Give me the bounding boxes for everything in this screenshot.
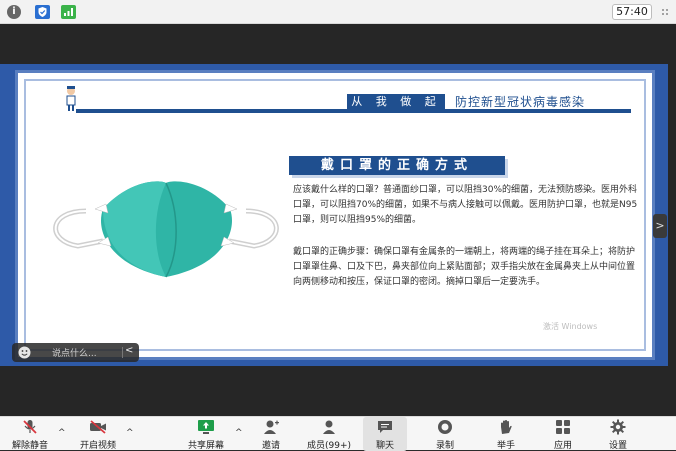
invite-icon xyxy=(264,420,279,434)
chat-icon xyxy=(378,421,392,433)
chat-placeholder[interactable]: 说点什么... xyxy=(52,346,97,359)
activation-watermark: 激活 Windows xyxy=(543,322,598,331)
chat-button[interactable]: 聊天 xyxy=(363,417,407,451)
slide-content: 从 我 做 起 防控新型冠状病毒感染 戴口罩的正确方式 应该戴什么样的口罩？普通… xyxy=(24,79,646,351)
slide-title: 戴口罩的正确方式 xyxy=(289,156,505,175)
paragraph-mask-steps: 戴口罩的正确步骤：确保口罩有金属条的一端朝上，将两端的绳子挂在耳朵上；将防护口罩… xyxy=(293,247,636,287)
microphone-muted-icon xyxy=(23,420,37,434)
raise-hand-label: 举手 xyxy=(496,441,515,451)
emoji-icon[interactable] xyxy=(18,346,31,359)
meeting-timer: 57:40 xyxy=(612,4,652,20)
side-panel-toggle[interactable]: > xyxy=(653,214,667,238)
info-icon[interactable]: i xyxy=(7,5,21,19)
apps-button[interactable]: 应用 xyxy=(541,417,585,451)
video-options-caret[interactable]: ^ xyxy=(126,428,134,438)
grip-icon[interactable] xyxy=(661,8,669,16)
chat-label: 聊天 xyxy=(375,441,394,451)
apps-label: 应用 xyxy=(553,441,572,451)
unmute-button[interactable]: 解除静音 xyxy=(4,417,56,451)
start-video-button[interactable]: 开启视频 xyxy=(72,417,124,451)
settings-label: 设置 xyxy=(608,441,627,451)
paragraph-mask-types: 应该戴什么样的口罩？普通面纱口罩，可以阻挡30%的细菌，无法预防感染。医用外科口… xyxy=(293,185,638,225)
chat-divider xyxy=(122,347,123,358)
mask-illustration xyxy=(53,181,279,278)
shield-icon[interactable] xyxy=(35,5,50,19)
invite-label: 邀请 xyxy=(261,441,280,451)
meeting-toolbar: 解除静音 ^ 开启视频 ^ 共享屏幕 ^ 邀请 成员(99+) 聊天 录制 举手… xyxy=(0,416,676,451)
raise-hand-icon xyxy=(501,420,512,434)
gear-icon xyxy=(610,419,626,435)
chat-collapse-button[interactable]: < xyxy=(125,345,133,356)
signal-icon xyxy=(61,5,76,19)
raise-hand-button[interactable]: 举手 xyxy=(484,417,528,451)
share-screen-button[interactable]: 共享屏幕 xyxy=(180,417,232,451)
members-icon xyxy=(323,420,335,434)
record-label: 录制 xyxy=(435,441,454,451)
video-off-icon xyxy=(90,420,106,434)
record-button[interactable]: 录制 xyxy=(423,417,467,451)
share-options-caret[interactable]: ^ xyxy=(235,428,243,438)
invite-button[interactable]: 邀请 xyxy=(249,417,293,451)
shared-slide: 从 我 做 起 防控新型冠状病毒感染 戴口罩的正确方式 应该戴什么样的口罩？普通… xyxy=(15,70,655,360)
start-video-label: 开启视频 xyxy=(79,441,116,451)
members-button[interactable]: 成员(99+) xyxy=(301,417,357,451)
settings-button[interactable]: 设置 xyxy=(596,417,640,451)
members-label: 成员(99+) xyxy=(306,441,352,451)
share-screen-label: 共享屏幕 xyxy=(187,441,224,451)
slogan-highlight: 从 我 做 起 xyxy=(347,94,445,110)
apps-icon xyxy=(556,420,570,434)
unmute-label: 解除静音 xyxy=(11,441,48,451)
slogan-text: 防控新型冠状病毒感染 xyxy=(455,95,586,109)
record-icon xyxy=(438,420,452,434)
chat-input-bar[interactable]: 说点什么... < xyxy=(12,343,139,362)
audio-options-caret[interactable]: ^ xyxy=(58,428,66,438)
system-status-bar: i 57:40 xyxy=(0,0,676,24)
share-screen-icon xyxy=(198,420,214,434)
